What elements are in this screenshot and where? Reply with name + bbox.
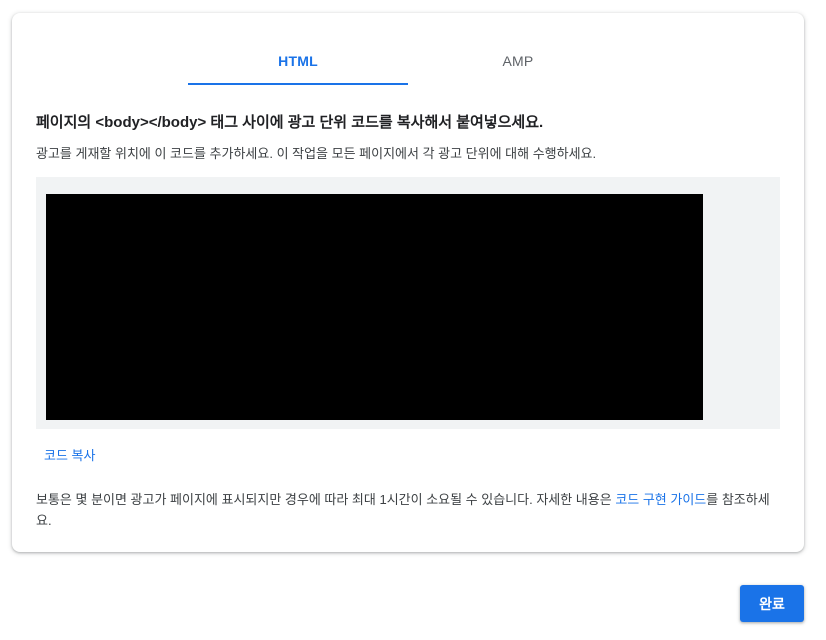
code-snippet-area [36, 177, 780, 429]
copy-code-link[interactable]: 코드 복사 [44, 445, 95, 464]
code-snippet[interactable] [46, 194, 703, 420]
code-format-tabs: HTML AMP [188, 41, 628, 85]
timing-note: 보통은 몇 분이면 광고가 페이지에 표시되지만 경우에 따라 최대 1시간이 … [36, 489, 784, 531]
ad-code-dialog: HTML AMP 페이지의 <body></body> 태그 사이에 광고 단위… [12, 13, 804, 552]
tab-html[interactable]: HTML [188, 41, 408, 85]
done-button[interactable]: 완료 [740, 585, 804, 622]
note-text-before: 보통은 몇 분이면 광고가 페이지에 표시되지만 경우에 따라 최대 1시간이 … [36, 492, 616, 507]
instructions-subtext: 광고를 게재할 위치에 이 코드를 추가하세요. 이 작업을 모든 페이지에서 … [36, 146, 597, 161]
implementation-guide-link[interactable]: 코드 구현 가이드 [615, 492, 706, 507]
instructions-heading: 페이지의 <body></body> 태그 사이에 광고 단위 코드를 복사해서… [36, 114, 544, 131]
tab-amp[interactable]: AMP [408, 41, 628, 85]
